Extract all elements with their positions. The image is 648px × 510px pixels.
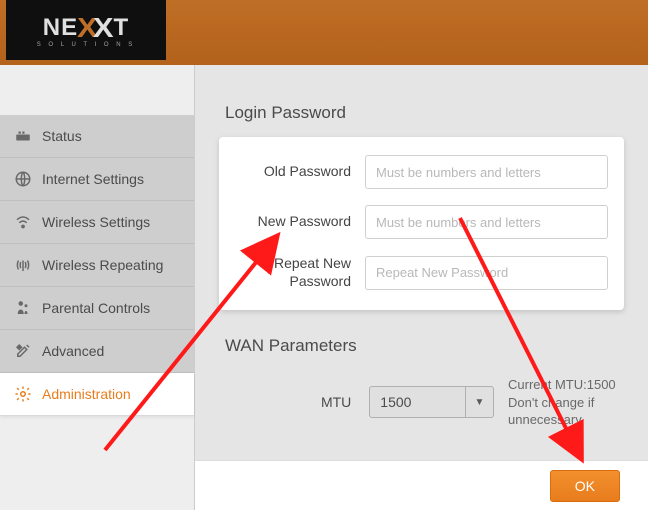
gear-icon: [14, 385, 32, 403]
sidebar-item-parental[interactable]: Parental Controls: [0, 287, 194, 330]
mtu-hint: Current MTU:1500 Don't change if unneces…: [508, 376, 618, 429]
mtu-value: 1500: [370, 394, 465, 410]
new-password-input[interactable]: [365, 205, 608, 239]
mtu-select[interactable]: 1500 ▼: [369, 386, 494, 418]
logo-part: X: [93, 12, 115, 44]
chevron-down-icon: ▼: [465, 387, 493, 417]
tools-icon: [14, 342, 32, 360]
sidebar-item-advanced[interactable]: Advanced: [0, 330, 194, 373]
sidebar-item-label: Wireless Settings: [42, 214, 150, 230]
wifi-icon: [14, 213, 32, 231]
sidebar: Status Internet Settings Wireless Settin…: [0, 65, 195, 510]
login-password-panel: Old Password New Password Repeat New Pas…: [219, 137, 624, 310]
old-password-label: Old Password: [235, 163, 365, 181]
section-title-wan: WAN Parameters: [225, 336, 624, 356]
old-password-input[interactable]: [365, 155, 608, 189]
sidebar-item-repeating[interactable]: Wireless Repeating: [0, 244, 194, 287]
ok-button[interactable]: OK: [550, 470, 620, 502]
sidebar-item-label: Advanced: [42, 343, 104, 359]
sidebar-item-label: Status: [42, 128, 82, 144]
main-content: Login Password Old Password New Password…: [195, 65, 648, 510]
logo-part: NE: [43, 14, 78, 42]
sidebar-item-label: Parental Controls: [42, 300, 150, 316]
sidebar-item-label: Internet Settings: [42, 171, 144, 187]
app-header: NE X X T S O L U T I O N S: [0, 0, 648, 65]
repeat-password-label: Repeat New Password: [235, 255, 365, 290]
antenna-icon: [14, 256, 32, 274]
sidebar-item-label: Wireless Repeating: [42, 257, 163, 273]
wan-section: WAN Parameters MTU 1500 ▼ Current MTU:15…: [219, 336, 624, 429]
repeat-password-input[interactable]: [365, 256, 608, 290]
sidebar-item-internet[interactable]: Internet Settings: [0, 158, 194, 201]
mtu-label: MTU: [225, 394, 369, 410]
new-password-label: New Password: [235, 213, 365, 231]
sidebar-item-wireless[interactable]: Wireless Settings: [0, 201, 194, 244]
globe-icon: [14, 170, 32, 188]
status-icon: [14, 127, 32, 145]
logo-part: T: [114, 14, 130, 42]
section-title-login: Login Password: [225, 103, 624, 123]
footer-bar: OK: [195, 460, 648, 510]
sidebar-item-label: Administration: [42, 386, 131, 402]
sidebar-item-administration[interactable]: Administration: [0, 373, 194, 416]
parental-icon: [14, 299, 32, 317]
brand-logo: NE X X T S O L U T I O N S: [6, 0, 166, 60]
sidebar-item-status[interactable]: Status: [0, 115, 194, 158]
